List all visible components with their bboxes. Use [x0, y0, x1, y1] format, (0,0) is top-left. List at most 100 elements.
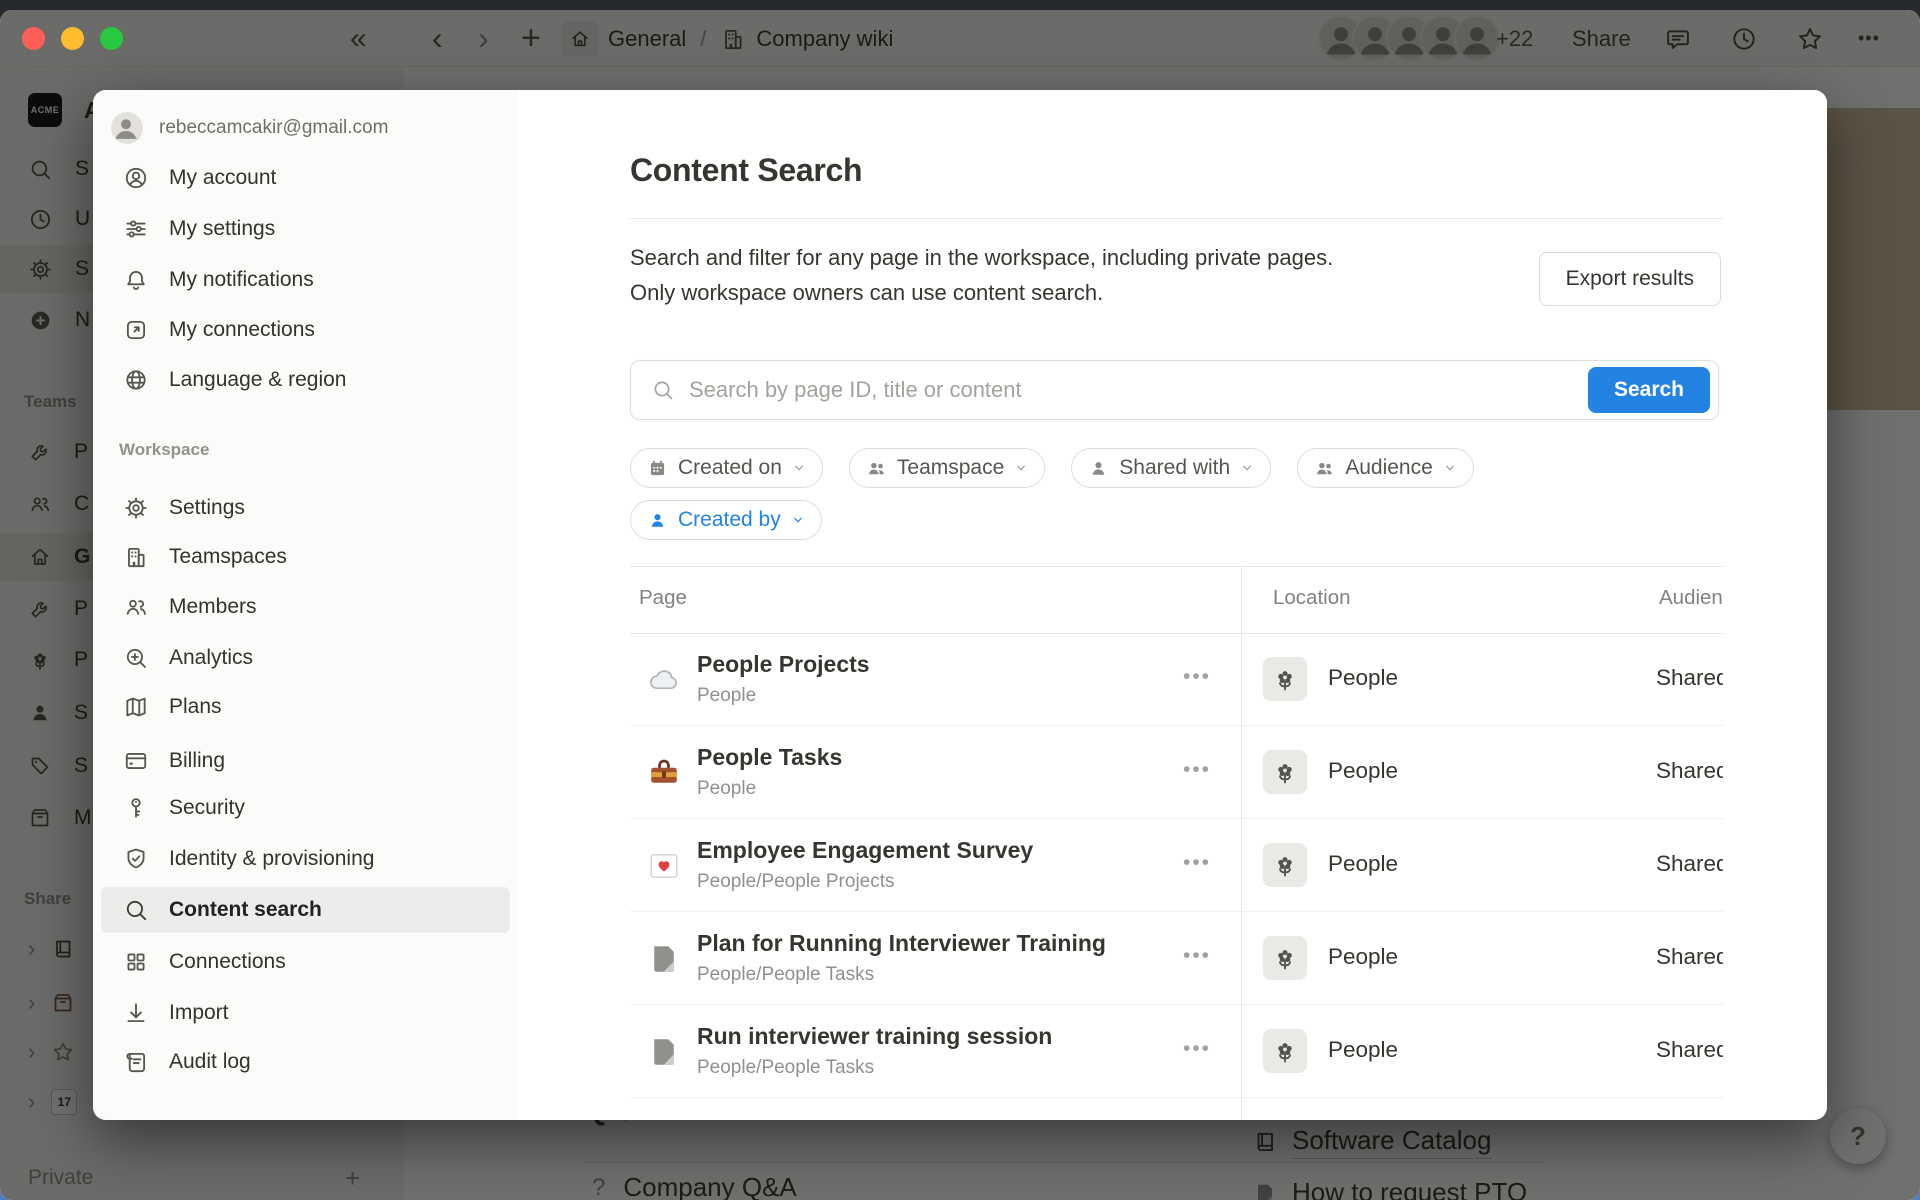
table-row[interactable]: Run interviewer training session People/…	[630, 1005, 1723, 1098]
location-cell: People	[1328, 758, 1398, 784]
table-border	[630, 566, 1723, 567]
user-avatar	[111, 112, 143, 144]
sliders-icon	[123, 216, 149, 242]
settings-nav-import[interactable]: Import	[101, 990, 510, 1036]
teamspace-flower-icon	[1263, 1029, 1307, 1073]
page-title-cell[interactable]: Employee Engagement Survey	[697, 837, 1033, 864]
account-email: rebeccamcakir@gmail.com	[159, 117, 388, 139]
page-title-cell[interactable]: Run interviewer training session	[697, 1023, 1052, 1050]
page-description: Search and filter for any page in the wo…	[630, 240, 1390, 310]
close-window-button[interactable]	[22, 27, 45, 50]
results-table: Page Location Audience People Projects P…	[630, 566, 1723, 1120]
settings-nav-my-settings[interactable]: My settings	[101, 206, 510, 252]
row-menu-button[interactable]: •••	[1172, 851, 1222, 875]
settings-nav-connections[interactable]: Connections	[101, 939, 510, 985]
credit-card-icon	[123, 748, 149, 774]
page-path-cell: People	[697, 685, 756, 707]
active-filter-row: Created by	[630, 500, 822, 540]
calendar-icon	[647, 458, 668, 479]
filter-chips: Created on Teamspace Shared with Audienc…	[630, 448, 1474, 488]
row-menu-button[interactable]: •••	[1172, 1037, 1222, 1061]
settings-nav-my-notifications[interactable]: My notifications	[101, 257, 510, 303]
page-title-cell[interactable]: People Tasks	[697, 744, 842, 771]
teamspace-flower-icon	[1263, 657, 1307, 701]
love-letter-icon	[646, 848, 682, 884]
settings-nav-settings[interactable]: Settings	[101, 485, 510, 531]
settings-nav-security[interactable]: Security	[101, 785, 510, 831]
filter-shared-with[interactable]: Shared with	[1071, 448, 1271, 488]
chevron-down-icon	[792, 461, 806, 475]
cloud-icon	[646, 662, 682, 698]
chevron-down-icon	[1443, 461, 1457, 475]
settings-nav-my-connections[interactable]: My connections	[101, 307, 510, 353]
row-menu-button[interactable]: •••	[1172, 944, 1222, 968]
content-search-panel: Content Search Search and filter for any…	[518, 90, 1827, 1120]
zoom-window-button[interactable]	[100, 27, 123, 50]
location-cell: People	[1328, 944, 1398, 970]
settings-nav-members[interactable]: Members	[101, 584, 510, 630]
settings-nav-teamspaces[interactable]: Teamspaces	[101, 534, 510, 580]
bell-icon	[123, 267, 149, 293]
users-icon	[123, 594, 149, 620]
location-cell: People	[1328, 851, 1398, 877]
teamspace-flower-icon	[1263, 936, 1307, 980]
settings-nav-analytics[interactable]: Analytics	[101, 635, 510, 681]
settings-nav-identity-provisioning[interactable]: Identity & provisioning	[101, 836, 510, 882]
person-icon	[647, 510, 668, 531]
settings-nav-plans[interactable]: Plans	[101, 684, 510, 730]
grid-icon	[123, 949, 149, 975]
teamspace-flower-icon	[1263, 843, 1307, 887]
table-row[interactable]: Employee Engagement Survey People/People…	[630, 819, 1723, 912]
map-icon	[123, 694, 149, 720]
filter-created-by[interactable]: Created by	[630, 500, 822, 540]
audience-cell: Shared	[1656, 944, 1723, 970]
location-cell: People	[1328, 1037, 1398, 1063]
users-icon	[1314, 458, 1335, 479]
building-icon	[123, 544, 149, 570]
account-row: rebeccamcakir@gmail.com	[111, 112, 388, 144]
chevron-down-icon	[1240, 461, 1254, 475]
shield-check-icon	[123, 846, 149, 872]
users-icon	[866, 458, 887, 479]
gear-icon	[123, 495, 149, 521]
search-icon	[651, 378, 675, 402]
import-icon	[123, 1000, 149, 1026]
page-title: Content Search	[630, 152, 862, 189]
settings-nav-billing[interactable]: Billing	[101, 738, 510, 784]
key-icon	[123, 795, 149, 821]
magnifier-plus-icon	[123, 645, 149, 671]
globe-icon	[123, 367, 149, 393]
person-circle-icon	[123, 165, 149, 191]
search-button[interactable]: Search	[1588, 367, 1710, 413]
window-controls	[22, 27, 123, 50]
minimize-window-button[interactable]	[61, 27, 84, 50]
page-icon	[646, 1034, 682, 1070]
settings-modal: rebeccamcakir@gmail.com My account My se…	[93, 90, 1827, 1120]
settings-nav-content-search[interactable]: Content search	[101, 887, 510, 933]
column-header-audience: Audience	[1659, 586, 1723, 610]
page-title-cell[interactable]: Plan for Running Interviewer Training	[697, 930, 1106, 957]
filter-created-on[interactable]: Created on	[630, 448, 823, 488]
search-input[interactable]	[689, 377, 1574, 403]
page-path-cell: People/People Tasks	[697, 964, 874, 986]
settings-nav-my-account[interactable]: My account	[101, 155, 510, 201]
person-icon	[1088, 458, 1109, 479]
table-row[interactable]: People Projects People ••• People Shared	[630, 633, 1723, 726]
table-row[interactable]: People Tasks People ••• People Shared	[630, 726, 1723, 819]
page-title-cell[interactable]: People Projects	[697, 651, 870, 678]
settings-sidebar: rebeccamcakir@gmail.com My account My se…	[93, 90, 518, 1120]
filter-teamspace[interactable]: Teamspace	[849, 448, 1045, 488]
audience-cell: Shared	[1656, 665, 1723, 691]
location-cell: People	[1328, 665, 1398, 691]
row-menu-button[interactable]: •••	[1172, 758, 1222, 782]
table-row[interactable]: Plan for Running Interviewer Training Pe…	[630, 912, 1723, 1005]
audience-cell: Shared	[1656, 851, 1723, 877]
export-results-button[interactable]: Export results	[1539, 252, 1721, 306]
row-menu-button[interactable]: •••	[1172, 665, 1222, 689]
audience-cell: Shared	[1656, 758, 1723, 784]
settings-nav-audit-log[interactable]: Audit log	[101, 1039, 510, 1085]
divider	[630, 218, 1723, 219]
column-header-location: Location	[1273, 586, 1351, 610]
filter-audience[interactable]: Audience	[1297, 448, 1474, 488]
settings-nav-language-region[interactable]: Language & region	[101, 357, 510, 403]
